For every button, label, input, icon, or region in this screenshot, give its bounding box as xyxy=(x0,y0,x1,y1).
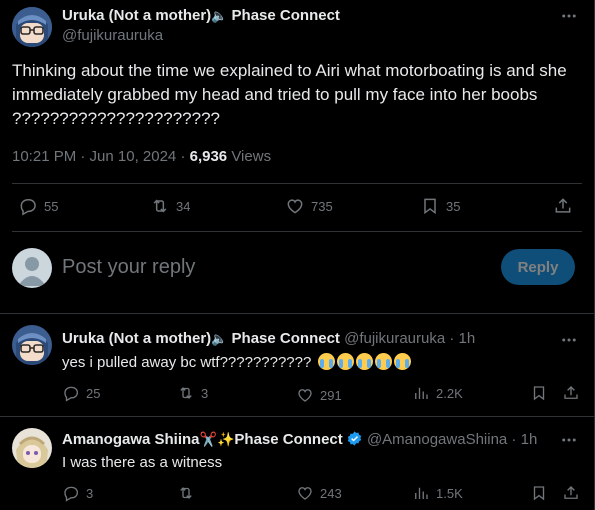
share-icon xyxy=(564,486,578,499)
avatar-image xyxy=(12,7,52,47)
repost-count: 3 xyxy=(201,385,209,401)
tweet-time[interactable]: 10:21 PM · Jun 10, 2024 · xyxy=(12,148,190,165)
repost-action[interactable] xyxy=(177,484,201,502)
display-name[interactable]: Uruka (Not a mother) xyxy=(62,330,211,347)
repost-action[interactable]: 34 xyxy=(150,196,190,216)
bookmark-action[interactable] xyxy=(530,384,548,402)
speaker-icon: 🔈 xyxy=(211,8,228,23)
like-action[interactable]: 735 xyxy=(285,196,333,216)
avatar[interactable] xyxy=(12,7,52,47)
share-icon xyxy=(564,386,578,399)
default-avatar-icon xyxy=(18,257,46,286)
share-icon xyxy=(555,198,571,213)
display-name-suffix: Phase Connect xyxy=(234,431,343,448)
views-icon xyxy=(415,387,428,399)
reply-age[interactable]: · 1h xyxy=(445,330,475,347)
scissors-icon: ✂️ xyxy=(199,431,217,447)
like-action[interactable]: 243 xyxy=(296,484,342,502)
share-action[interactable] xyxy=(562,384,580,402)
tweet-text: Thinking about the time we explained to … xyxy=(12,61,567,128)
divider xyxy=(0,416,595,417)
share-action[interactable] xyxy=(562,484,580,502)
author-handle[interactable]: @AmanogawaShiina xyxy=(367,431,507,448)
verified-badge-icon[interactable] xyxy=(346,430,363,447)
more-options-icon[interactable] xyxy=(560,331,578,354)
author-handle[interactable]: @fujikurauruka xyxy=(62,27,163,44)
like-count: 243 xyxy=(320,485,342,501)
reply-age[interactable]: · 1h xyxy=(507,431,537,448)
loudly-crying-face-icon xyxy=(336,353,354,370)
reply-input[interactable]: Post your reply xyxy=(62,256,195,279)
views-icon xyxy=(415,487,428,499)
views-count: 6,936 xyxy=(189,148,228,165)
divider xyxy=(0,313,595,314)
views-action[interactable]: 2.2K xyxy=(412,384,463,402)
repost-icon xyxy=(180,487,192,499)
author-name-row[interactable]: Uruka (Not a mother)🔈 Phase Connect xyxy=(62,7,340,24)
bookmark-icon xyxy=(533,486,545,501)
loudly-crying-face-icon xyxy=(393,353,411,370)
reply-count: 55 xyxy=(44,198,59,214)
more-options-icon[interactable] xyxy=(560,431,578,454)
like-count: 735 xyxy=(311,198,333,214)
sparkles-icon: ✨ xyxy=(216,431,235,447)
reply-button[interactable]: Reply xyxy=(501,249,575,285)
loudly-crying-face-icon xyxy=(374,353,392,370)
author-handle[interactable]: @fujikurauruka xyxy=(344,330,445,347)
speaker-icon: 🔈 xyxy=(211,331,228,346)
my-avatar[interactable] xyxy=(12,248,52,288)
reply-author-row[interactable]: Amanogawa Shiina✂️✨Phase Connect @Amanog… xyxy=(62,430,537,448)
bookmark-count: 35 xyxy=(446,198,461,214)
display-name-suffix: Phase Connect xyxy=(231,330,340,347)
views-count: 1.5K xyxy=(436,485,463,501)
bookmark-action[interactable] xyxy=(530,484,548,502)
reply-icon xyxy=(64,386,79,402)
avatar[interactable] xyxy=(12,325,52,365)
reply-action[interactable]: 25 xyxy=(62,384,100,402)
like-count: 291 xyxy=(320,387,342,403)
reply-author-row[interactable]: Uruka (Not a mother)🔈 Phase Connect @fuj… xyxy=(62,330,475,347)
share-action[interactable] xyxy=(553,196,573,216)
reply-action[interactable]: 55 xyxy=(18,196,58,216)
repost-count: 34 xyxy=(176,198,191,214)
views-label: Views xyxy=(227,148,272,165)
repost-icon xyxy=(180,387,192,399)
heart-icon xyxy=(298,487,312,500)
heart-icon xyxy=(287,199,303,214)
like-action[interactable]: 291 xyxy=(296,386,342,404)
loudly-crying-face-icon xyxy=(355,353,373,370)
reply-icon xyxy=(64,486,79,502)
avatar[interactable] xyxy=(12,428,52,468)
bookmark-action[interactable]: 35 xyxy=(420,196,460,216)
display-name[interactable]: Amanogawa Shiina xyxy=(62,431,200,448)
bookmark-icon xyxy=(424,198,436,215)
views-count: 2.2K xyxy=(436,385,463,401)
tweet-timestamp[interactable]: 10:21 PM · Jun 10, 2024 · 6,936 Views xyxy=(12,148,271,165)
more-options-icon[interactable] xyxy=(560,7,578,30)
reply-text: yes i pulled away bc wtf??????????? xyxy=(62,354,312,371)
views-action[interactable]: 1.5K xyxy=(412,484,463,502)
divider xyxy=(12,183,582,184)
reply-count: 25 xyxy=(86,385,101,401)
reply-icon xyxy=(20,199,36,216)
heart-icon xyxy=(298,389,312,402)
avatar-image xyxy=(12,428,52,468)
loudly-crying-face-icon xyxy=(317,353,335,370)
reply-count: 3 xyxy=(86,485,94,501)
divider xyxy=(12,231,582,232)
reply-text: I was there as a witness xyxy=(62,454,223,471)
avatar-image xyxy=(12,325,52,365)
display-name[interactable]: Uruka (Not a mother) xyxy=(62,7,211,24)
repost-icon xyxy=(153,199,167,213)
display-name-suffix: Phase Connect xyxy=(231,7,340,24)
reply-text-row: yes i pulled away bc wtf??????????? xyxy=(62,353,411,371)
repost-action[interactable]: 3 xyxy=(177,384,208,402)
bookmark-icon xyxy=(533,386,545,401)
reply-action[interactable]: 3 xyxy=(62,484,93,502)
